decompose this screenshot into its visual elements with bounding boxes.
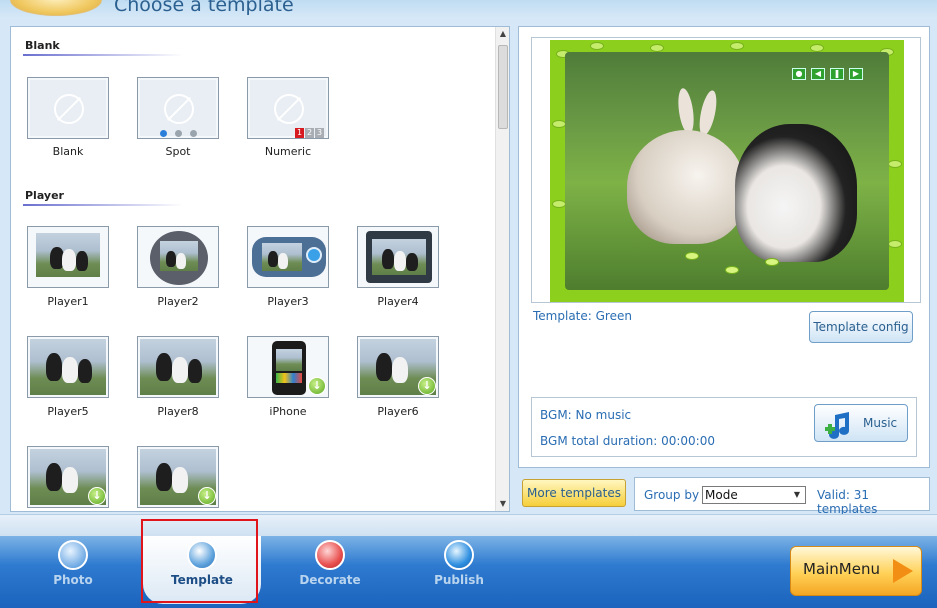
blank-preview: 1 2 3 — [250, 80, 326, 138]
page-number-active: 1 — [295, 128, 304, 138]
template-label: Player8 — [157, 405, 199, 418]
puppies-thumbnail — [276, 349, 302, 371]
template-label: Spot — [165, 145, 191, 158]
preview-photo — [565, 52, 889, 290]
group-by-label: Group by — [644, 488, 700, 502]
main-menu-label: MainMenu — [803, 560, 880, 578]
download-icon: ↓ — [308, 377, 326, 395]
template-thumb-player1[interactable] — [27, 226, 109, 288]
blank-preview — [140, 80, 216, 137]
more-templates-button[interactable]: More templates — [522, 479, 626, 507]
template-label: Player4 — [377, 295, 419, 308]
group-by-value: Mode — [705, 488, 738, 502]
nav-item-publish[interactable]: Publish — [400, 536, 518, 604]
photo-icon — [58, 540, 88, 570]
puppies-thumbnail — [36, 233, 100, 277]
section-heading-blank: Blank — [25, 39, 60, 52]
template-label: Player5 — [47, 405, 89, 418]
download-icon: ↓ — [198, 487, 216, 505]
template-label: iPhone — [269, 405, 307, 418]
music-button-label: Music — [863, 416, 898, 430]
bgm-label: BGM: No music — [540, 408, 632, 422]
active-tab-highlight — [141, 519, 258, 603]
nav-item-photo[interactable]: Photo — [14, 536, 132, 604]
arrow-right-icon — [893, 559, 913, 583]
template-label: Blank — [52, 145, 84, 158]
group-by-select[interactable]: Mode ▼ — [702, 486, 806, 504]
template-name-label: Template: Green — [533, 309, 632, 323]
valid-templates-count: Valid: 31 templates — [817, 488, 878, 516]
green-template-border: ● ◀ ❚ ▶ — [550, 40, 904, 302]
preview-frame: ● ◀ ❚ ▶ — [531, 37, 921, 303]
publish-icon — [444, 540, 474, 570]
section-divider — [23, 54, 183, 56]
decorate-icon — [315, 540, 345, 570]
spot-dot — [175, 130, 182, 137]
template-thumb-iphone[interactable]: ↓ — [247, 336, 329, 398]
template-thumb-unnamed[interactable]: ↓ — [27, 446, 109, 508]
template-thumb-numeric[interactable]: 1 2 3 — [247, 77, 329, 139]
template-label: Player6 — [377, 405, 419, 418]
scroll-up-arrow-icon[interactable]: ▲ — [496, 27, 509, 41]
puppy — [735, 124, 857, 262]
template-thumb-player6[interactable]: ↓ — [357, 336, 439, 398]
puppies-thumbnail — [140, 339, 216, 395]
fast-forward-icon[interactable]: ▶ — [849, 68, 863, 80]
music-note-icon — [825, 412, 849, 439]
zoom-icon[interactable]: ● — [792, 68, 806, 80]
template-thumb-unnamed[interactable]: ↓ — [137, 446, 219, 508]
template-config-button[interactable]: Template config — [809, 311, 913, 343]
template-thumb-player2[interactable] — [137, 226, 219, 288]
template-list-scrollbar[interactable]: ▲ ▼ — [495, 27, 509, 511]
speaker-icon — [306, 247, 322, 263]
template-thumb-player5[interactable] — [27, 336, 109, 398]
pause-icon[interactable]: ❚ — [830, 68, 844, 80]
template-thumb-player8[interactable] — [137, 336, 219, 398]
bgm-duration: BGM total duration: 00:00:00 — [540, 434, 715, 448]
puppies-thumbnail — [372, 239, 426, 275]
scrollbar-thumb[interactable] — [498, 45, 508, 129]
template-label: Player3 — [267, 295, 309, 308]
spot-dot-active — [160, 130, 167, 137]
main-menu-button[interactable]: MainMenu — [790, 546, 922, 596]
bgm-box: BGM: No music BGM total duration: 00:00:… — [531, 397, 917, 457]
app-logo-icon — [10, 0, 102, 16]
download-icon: ↓ — [418, 377, 436, 395]
no-symbol-icon — [164, 94, 194, 124]
music-button[interactable]: Music — [814, 404, 908, 442]
page-title: Choose a template — [114, 0, 294, 16]
template-thumb-player4[interactable] — [357, 226, 439, 288]
spot-dot — [190, 130, 197, 137]
chevron-down-icon: ▼ — [793, 490, 801, 499]
puppies-thumbnail — [30, 339, 106, 395]
template-list-panel: Blank Blank Spot 1 2 3 Numeric Player Pl… — [10, 26, 510, 512]
blank-preview — [30, 80, 106, 136]
nav-label: Publish — [434, 573, 484, 587]
no-symbol-icon — [54, 94, 84, 124]
template-label: Player1 — [47, 295, 89, 308]
app-icons-row — [276, 373, 302, 383]
title-bar: Choose a template — [0, 0, 937, 18]
no-symbol-icon — [274, 94, 304, 124]
nav-label: Photo — [53, 573, 93, 587]
nav-label: Decorate — [299, 573, 361, 587]
template-label: Player2 — [157, 295, 199, 308]
rabbit — [627, 130, 745, 244]
template-thumb-player3[interactable] — [247, 226, 329, 288]
template-thumb-blank[interactable] — [27, 77, 109, 139]
template-thumb-spot[interactable] — [137, 77, 219, 139]
page-number: 3 — [315, 128, 324, 138]
nav-item-decorate[interactable]: Decorate — [271, 536, 389, 604]
template-preview-panel: ● ◀ ❚ ▶ Template: Green Template config … — [518, 26, 930, 468]
section-heading-player: Player — [25, 189, 64, 202]
scroll-down-arrow-icon[interactable]: ▼ — [496, 497, 509, 511]
section-divider — [23, 204, 183, 206]
rewind-icon[interactable]: ◀ — [811, 68, 825, 80]
puppies-thumbnail — [262, 243, 302, 271]
puppies-thumbnail — [160, 241, 198, 271]
group-by-bar: Group by Mode ▼ Valid: 31 templates — [634, 477, 930, 516]
page-number: 2 — [305, 128, 314, 138]
template-label: Numeric — [264, 145, 312, 158]
download-icon: ↓ — [88, 487, 106, 505]
